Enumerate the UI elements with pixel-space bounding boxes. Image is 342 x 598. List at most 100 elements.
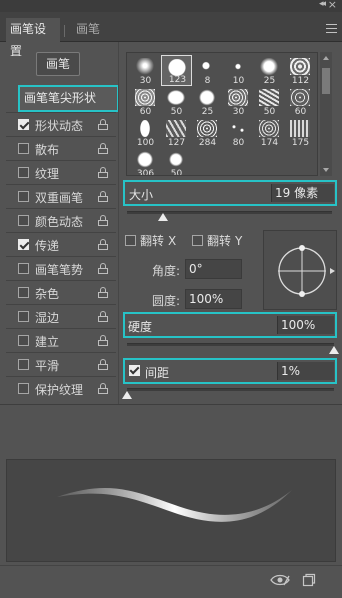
option-checkbox[interactable]	[18, 335, 29, 346]
spacing-input[interactable]: 1%	[277, 362, 334, 380]
angle-roundness-widget[interactable]	[263, 230, 337, 310]
brush-tip-cell[interactable]: 80	[223, 117, 254, 148]
brush-tip-cell[interactable]: 50	[161, 148, 192, 176]
flip-x[interactable]: 翻转 X	[125, 232, 176, 249]
brush-tip-size: 50	[170, 169, 183, 176]
scroll-down-icon[interactable]	[323, 168, 329, 172]
hardness-slider-knob[interactable]	[329, 346, 339, 354]
option-checkbox[interactable]	[18, 239, 29, 250]
brush-tip-cell[interactable]: 60	[285, 86, 316, 117]
angle-crosshair-icon	[278, 245, 335, 297]
option-checkbox[interactable]	[18, 143, 29, 154]
option-row[interactable]: 传递	[6, 232, 116, 256]
flip-y-checkbox[interactable]	[192, 235, 203, 246]
brush-tip-cell[interactable]: 123	[161, 55, 192, 86]
hardness-label: 硬度	[128, 320, 153, 334]
panel-title-bar: ◂◂ ×	[0, 0, 342, 12]
brush-tip-cell[interactable]: 25	[192, 86, 223, 117]
option-row[interactable]: 画笔笔势	[6, 256, 116, 280]
brush-tip-icon	[197, 89, 217, 106]
tab-brush-settings[interactable]: 画笔设置	[6, 18, 60, 58]
option-label: 散布	[35, 143, 60, 157]
angle-input[interactable]: 0°	[185, 259, 242, 279]
option-checkbox[interactable]	[18, 191, 29, 202]
brush-tip-cell[interactable]: 175	[285, 117, 316, 148]
collapse-panel-icon[interactable]: ◂◂	[319, 0, 326, 9]
option-row[interactable]: 纹理	[6, 160, 116, 184]
lock-icon[interactable]	[98, 239, 108, 250]
scroll-up-icon[interactable]	[323, 56, 329, 60]
option-row[interactable]: 形状动态	[6, 112, 116, 136]
option-row[interactable]: 建立	[6, 328, 116, 352]
brush-tip-cell[interactable]: 50	[161, 86, 192, 117]
option-checkbox[interactable]	[18, 167, 29, 178]
brush-tip-cell[interactable]: 10	[223, 55, 254, 86]
brush-tip-cell[interactable]: 30	[223, 86, 254, 117]
lock-icon[interactable]	[98, 311, 108, 322]
lock-icon[interactable]	[98, 143, 108, 154]
brush-tip-size: 284	[198, 138, 217, 148]
option-row[interactable]: 散布	[6, 136, 116, 160]
option-row[interactable]: 湿边	[6, 304, 116, 328]
option-row[interactable]: 双重画笔	[6, 184, 116, 208]
option-checkbox[interactable]	[18, 311, 29, 322]
hardness-slider[interactable]	[127, 343, 334, 346]
scroll-thumb[interactable]	[322, 68, 330, 94]
option-row[interactable]: 平滑	[6, 352, 116, 376]
size-slider-knob[interactable]	[158, 213, 168, 221]
brush-tip-cell[interactable]: 30	[130, 55, 161, 86]
brush-tip-cell[interactable]: 127	[161, 117, 192, 148]
vertical-divider	[118, 42, 119, 404]
spacing-slider[interactable]	[127, 388, 334, 391]
option-checkbox[interactable]	[18, 359, 29, 370]
lock-icon[interactable]	[98, 215, 108, 226]
brush-tip-size: 10	[232, 76, 245, 86]
brush-tip-size: 25	[263, 76, 276, 86]
brush-tip-cell[interactable]: 112	[285, 55, 316, 86]
spacing-slider-knob[interactable]	[122, 391, 132, 399]
brush-tip-icon	[135, 151, 155, 168]
new-preset-icon[interactable]	[302, 573, 316, 587]
lock-icon[interactable]	[98, 263, 108, 274]
lock-icon[interactable]	[98, 383, 108, 394]
brush-tip-cell[interactable]: 50	[254, 86, 285, 117]
option-checkbox[interactable]	[18, 263, 29, 274]
lock-icon[interactable]	[98, 287, 108, 298]
brush-tip-icon	[259, 89, 279, 106]
lock-icon[interactable]	[98, 359, 108, 370]
flip-x-checkbox[interactable]	[125, 235, 136, 246]
roundness-input[interactable]: 100%	[185, 289, 242, 309]
brush-tip-cell[interactable]: 25	[254, 55, 285, 86]
brush-tip-icon	[135, 120, 155, 137]
option-checkbox[interactable]	[18, 215, 29, 226]
eye-toggle-icon[interactable]	[270, 573, 290, 587]
option-row[interactable]: 杂色	[6, 280, 116, 304]
brush-tip-shape-item[interactable]: 画笔笔尖形状	[18, 85, 119, 112]
close-panel-icon[interactable]: ×	[328, 0, 337, 11]
hardness-input[interactable]: 100%	[277, 316, 334, 334]
tab-brushes[interactable]: 画笔	[72, 18, 104, 42]
brush-tip-icon	[167, 59, 187, 76]
size-input[interactable]: 19 像素	[271, 184, 334, 202]
spacing-checkbox[interactable]	[129, 365, 140, 376]
lock-icon[interactable]	[98, 167, 108, 178]
brush-tip-cell[interactable]: 174	[254, 117, 285, 148]
brush-tip-icon	[197, 58, 217, 75]
brushes-button[interactable]: 画笔	[36, 52, 80, 76]
brush-tip-cell[interactable]: 8	[192, 55, 223, 86]
option-row[interactable]: 保护纹理	[6, 376, 116, 400]
flip-y[interactable]: 翻转 Y	[192, 232, 242, 249]
lock-icon[interactable]	[98, 191, 108, 202]
panel-menu-icon[interactable]	[326, 24, 337, 36]
brush-tip-cell[interactable]: 100	[130, 117, 161, 148]
grid-scrollbar[interactable]	[320, 52, 332, 176]
brush-tip-cell[interactable]: 60	[130, 86, 161, 117]
lock-icon[interactable]	[98, 119, 108, 130]
option-row[interactable]: 颜色动态	[6, 208, 116, 232]
lock-icon[interactable]	[98, 335, 108, 346]
brush-tip-cell[interactable]: 284	[192, 117, 223, 148]
option-checkbox[interactable]	[18, 287, 29, 298]
option-checkbox[interactable]	[18, 119, 29, 130]
option-checkbox[interactable]	[18, 383, 29, 394]
brush-tip-cell[interactable]: 306	[130, 148, 161, 175]
